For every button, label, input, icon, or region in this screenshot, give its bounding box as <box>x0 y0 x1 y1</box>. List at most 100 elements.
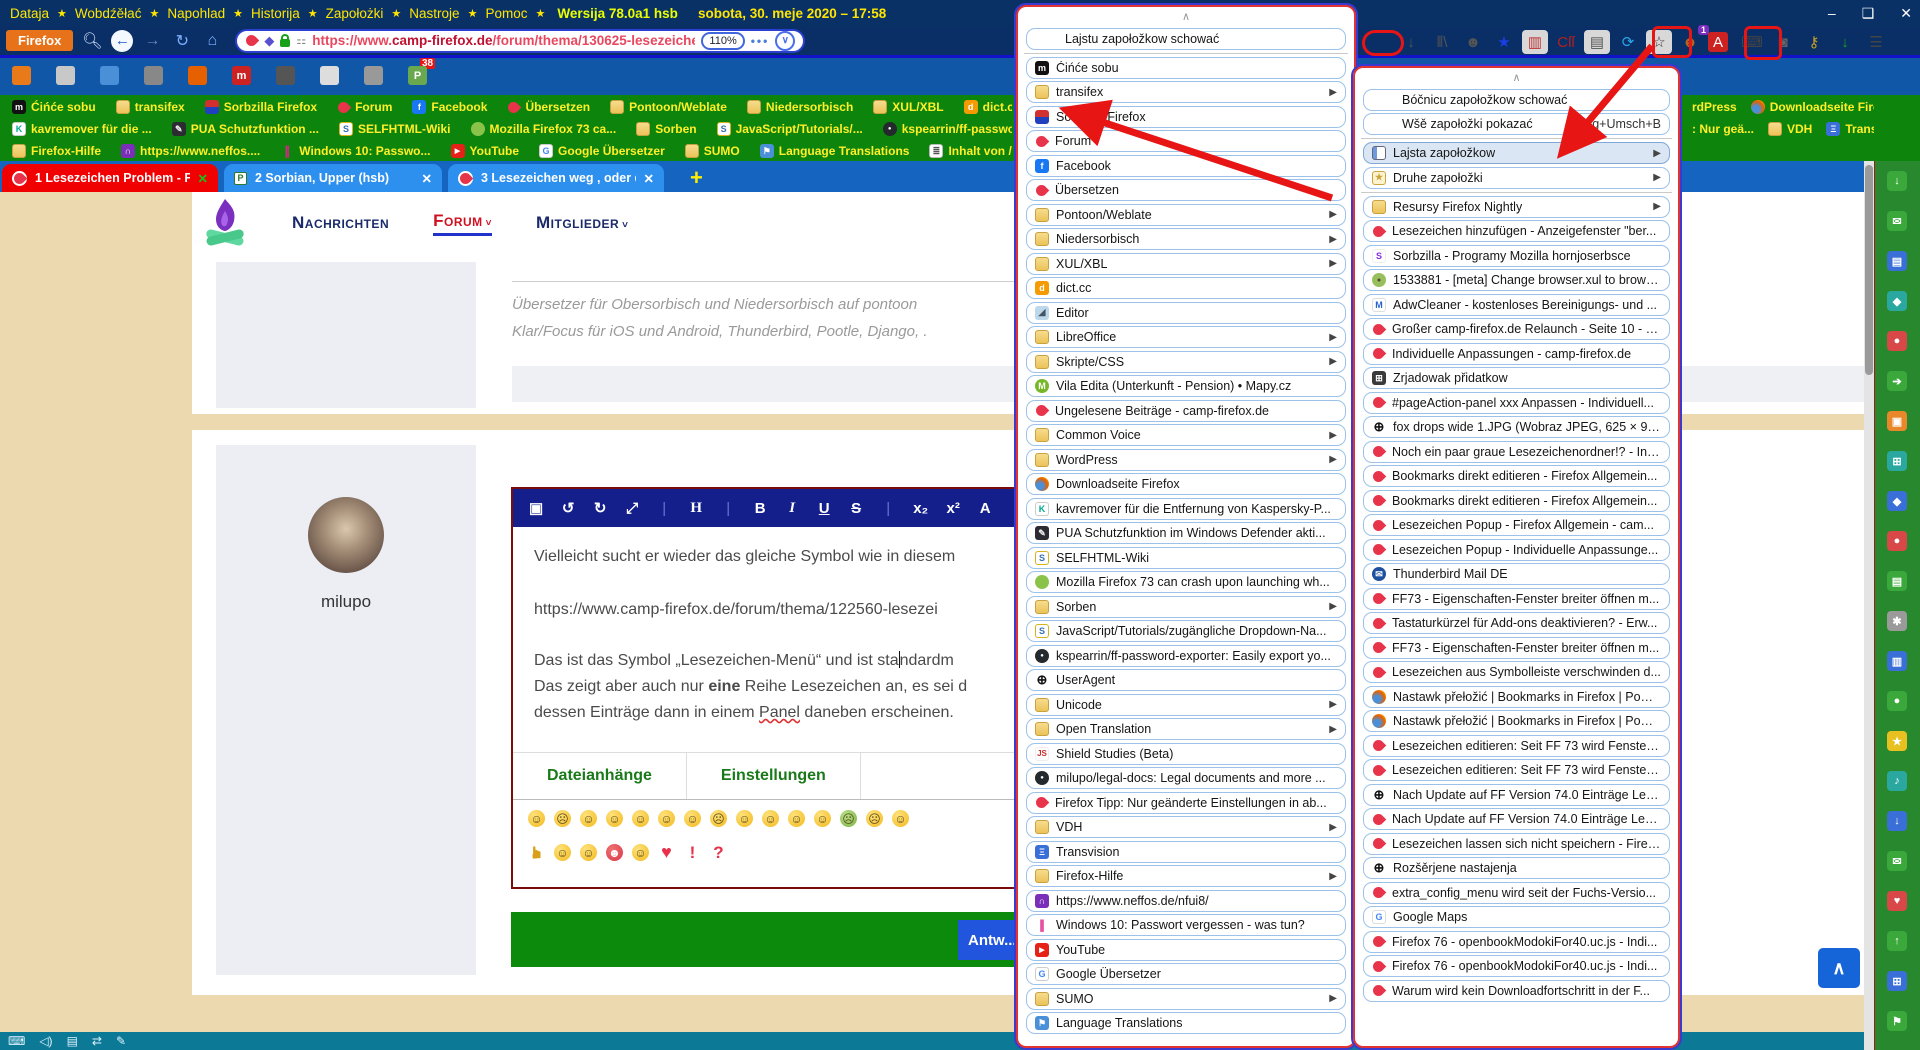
nav-nachrichten[interactable]: Nachrichten <box>292 213 389 233</box>
menu-item-druhe-zapo-o-ki[interactable]: ★ Druhe zapołožki ▶ <box>1363 166 1670 189</box>
sync-icon[interactable]: ⟳ <box>1615 30 1641 54</box>
menu-item-youtube[interactable]: ▶ YouTube <box>1026 938 1346 961</box>
menu-item-sorbzilla-programy-mozilla-hornjoserbsce[interactable]: S Sorbzilla - Programy Mozilla hornjoserb… <box>1363 244 1670 267</box>
menu-item-skripte-css[interactable]: Skripte/CSS ▶ <box>1026 350 1346 373</box>
menu-item-firefox-tipp-nur-ge-nderte-einstellungen[interactable]: Firefox Tipp: Nur geänderte Einstellunge… <box>1026 791 1346 814</box>
blue-doc-icon[interactable]: ▤ <box>1887 251 1907 271</box>
menu-item-ff73-eigenschaften-fenster-breiter-ffnen[interactable]: FF73 - Eigenschaften-Fenster breiter öff… <box>1363 636 1670 659</box>
shuffle-icon[interactable]: ⇄ <box>92 1034 102 1048</box>
source-icon[interactable]: ▣ <box>529 499 543 517</box>
bold-icon[interactable]: B <box>753 500 767 517</box>
menu-item-bookmarks-direkt-editieren-firefox-allge[interactable]: Bookmarks direkt editieren - Firefox All… <box>1363 489 1670 512</box>
scroll-up-icon[interactable]: ∧ <box>1355 68 1678 86</box>
menu-item-bookmarks-direkt-editieren-firefox-allge[interactable]: Bookmarks direkt editieren - Firefox All… <box>1363 465 1670 487</box>
scrollbar-thumb[interactable] <box>1865 165 1873 375</box>
emoji-kiss[interactable]: ☺ <box>736 810 753 827</box>
menu-item-kspearrin-ff-password-exporter-easily-ex[interactable]: ● kspearrin/ff-password-exporter: Easily … <box>1026 644 1346 667</box>
menu-item-ungelesene-beitr-ge-camp-firefox-de[interactable]: Ungelesene Beiträge - camp-firefox.de <box>1026 399 1346 422</box>
menu-item-lajsta-zapo-o-kow[interactable]: Lajsta zapołožkow ▶ <box>1363 142 1670 164</box>
menu-item-warum-wird-kein-downloadfortschritt-in-d[interactable]: Warum wird kein Downloadfortschritt in d… <box>1363 979 1670 1002</box>
menubar-item-nastroje[interactable]: Nastroje <box>407 6 461 21</box>
menubar-item-zapołożki[interactable]: Zapołożki <box>324 6 386 21</box>
speaker-icon[interactable]: ◁) <box>39 1034 52 1048</box>
menubar-item-historija[interactable]: Historija <box>249 6 302 21</box>
bookmark-kavremover-f-r-die-[interactable]: Kkavremover für die ... <box>12 122 152 136</box>
menu-item-firefox-hilfe[interactable]: Firefox-Hilfe ▶ <box>1026 865 1346 887</box>
strike-icon[interactable]: S <box>849 500 863 517</box>
menubar-item-pomoc[interactable]: Pomoc <box>483 6 529 21</box>
menu-item-google-maps[interactable]: G Google Maps <box>1363 906 1670 928</box>
emoji-frown[interactable]: ☹ <box>554 810 571 827</box>
bookmark--i-e-sobu[interactable]: m Ćińće sobu <box>12 100 96 114</box>
penguin-icon[interactable] <box>320 66 339 85</box>
menu-item-downloadseite-firefox[interactable]: Downloadseite Firefox <box>1026 473 1346 495</box>
menu-item-language-translations[interactable]: ⚑ Language Translations <box>1026 1012 1346 1034</box>
emoji-tired[interactable]: ☹ <box>866 810 883 827</box>
bookmark-language-translations[interactable]: ⚑ Language Translations <box>759 144 909 158</box>
nav-forum[interactable]: Forum ˅ <box>433 211 492 236</box>
menu-item-facebook[interactable]: f Facebook <box>1026 154 1346 177</box>
menu-item-windows-10-passwort-vergessen-was-tun-[interactable]: ∥ Windows 10: Passwort vergessen - was tu… <box>1026 914 1346 936</box>
menu-item-kavremover-f-r-die-entfernung-von-kasper[interactable]: Kkavremover für die Entfernung von Kaspe… <box>1026 497 1346 520</box>
star-blue-icon[interactable]: ★ <box>1491 30 1517 54</box>
menu-item-https-www-neffos-de-nfui8-[interactable]: ∩ https://www.neffos.de/nfui8/ <box>1026 889 1346 912</box>
menu-item-transvision[interactable]: Ξ Transvision <box>1026 840 1346 863</box>
bookmark-xul-xbl[interactable]: XUL/XBL <box>873 100 944 114</box>
installer-icon[interactable] <box>100 66 119 85</box>
menu-item-dict-cc[interactable]: d dict.cc <box>1026 277 1346 299</box>
menu-item-noch-ein-paar-graue-lesezeichenordner-in[interactable]: Noch ein paar graue Lesezeichenordner!? … <box>1363 440 1670 463</box>
emoji-tongue[interactable]: ☺ <box>606 810 623 827</box>
menu-item-pua-schutzfunktion-im-windows-defender-a[interactable]: ✎ PUA Schutzfunktion im Windows Defender … <box>1026 522 1346 544</box>
new-tab-button[interactable]: + <box>690 165 703 191</box>
emoji-smile[interactable]: ☺ <box>528 810 545 827</box>
home-button[interactable]: ⌂ <box>201 32 223 50</box>
account-icon[interactable]: ☻ <box>1460 30 1486 54</box>
tab-einstellungen[interactable]: Einstellungen <box>687 753 861 799</box>
emoji-devil[interactable]: ☻ <box>606 844 623 861</box>
emoji-neutral[interactable]: ☺ <box>762 810 779 827</box>
emoji-angry[interactable]: ☹ <box>710 810 727 827</box>
blue-pages-icon[interactable]: ▥ <box>1887 651 1907 671</box>
bookmark-downloadseite-firefox[interactable]: Downloadseite Firefox <box>1750 100 1874 114</box>
emoji-thinking[interactable]: ☺ <box>892 810 909 827</box>
menubar-item-wobdźěłać[interactable]: Wobdźěłać <box>73 6 144 21</box>
emoji-exclamation[interactable]: ! <box>684 843 701 862</box>
downloads-green-icon[interactable]: ↓ <box>1832 30 1858 54</box>
menu-item-lesezeichen-hinzuf-gen-anzeigefenster-be[interactable]: Lesezeichen hinzufügen - Anzeigefenster … <box>1363 220 1670 242</box>
green-arrow-icon[interactable]: ➔ <box>1887 371 1907 391</box>
wrench-icon[interactable] <box>364 66 383 85</box>
bookmark-mozilla-firefox-73-ca-[interactable]: Mozilla Firefox 73 ca... <box>470 122 616 136</box>
menu-item-lesezeichen-lassen-sich-nicht-speichern-[interactable]: Lesezeichen lassen sich nicht speichern … <box>1363 832 1670 855</box>
bookmark-sorben[interactable]: Sorben <box>636 122 697 136</box>
menu-item-firefox-76-openbookmodokifor40-uc-js-ind[interactable]: Firefox 76 - openbookModokiFor40.uc.js -… <box>1363 955 1670 977</box>
restore-button[interactable]: ❑ <box>1862 5 1875 22</box>
menu-item-lesezeichen-editieren-seit-ff-73-wird-fe[interactable]: Lesezeichen editieren: Seit FF 73 wird F… <box>1363 759 1670 781</box>
menu-item-javascript-tutorials-zug-ngliche-dropdow[interactable]: S JavaScript/Tutorials/zugängliche Dropdo… <box>1026 620 1346 642</box>
url-bar[interactable]: ◆ ⚏ https://www.camp-firefox.de/forum/th… <box>235 28 806 53</box>
menu-item-editor[interactable]: ◢ Editor <box>1026 301 1346 324</box>
firefox-app-button[interactable]: Firefox <box>6 30 74 51</box>
blue-grid-icon[interactable]: ⊞ <box>1887 971 1907 991</box>
tab-3[interactable]: 3 Lesezeichen weg , oder doc ✕ <box>448 164 664 192</box>
menu-item-lesezeichen-popup-firefox-allgemein-cam-[interactable]: Lesezeichen Popup - Firefox Allgemein - … <box>1363 514 1670 536</box>
redo-icon[interactable]: ↻ <box>593 499 607 517</box>
search-icon[interactable]: 🔍︎ <box>81 31 103 51</box>
tab-dateianhaenge[interactable]: Dateianhänge <box>513 753 687 799</box>
minimize-button[interactable]: – <box>1828 5 1836 21</box>
emoji-joy[interactable]: ☺ <box>684 810 701 827</box>
post-author-name[interactable]: milupo <box>286 592 406 612</box>
shield-icon[interactable]: ◆ <box>264 33 274 49</box>
menu-item-vdh[interactable]: VDH ▶ <box>1026 816 1346 838</box>
menu-item-pontoon-weblate[interactable]: Pontoon/Weblate ▶ <box>1026 203 1346 226</box>
menu-item-w-zapo-o-ki-pokaza-[interactable]: Wšě zapołožki pokazać Strg+Umsch+B <box>1363 113 1670 135</box>
teal-grid-icon[interactable]: ⊞ <box>1887 451 1907 471</box>
page-actions-icon[interactable]: ••• <box>751 34 770 48</box>
menu-item-roz-rjene-nastajenja[interactable]: ⊕ Rozšěrjene nastajenja <box>1363 857 1670 879</box>
bookmark-https-www-neffos-[interactable]: ∩ https://www.neffos.... <box>121 144 260 158</box>
menu-item-milupo-legal-docs-legal-documents-and-mo[interactable]: ● milupo/legal-docs: Legal documents and … <box>1026 767 1346 789</box>
bookmark-inhalt-von-dateien-[interactable]: ≣ Inhalt von /dateien/. <box>929 144 1012 158</box>
green-doc-icon[interactable]: ▤ <box>1887 571 1907 591</box>
menu-item-useragent[interactable]: ⊕ UserAgent <box>1026 669 1346 691</box>
orange-cart-icon[interactable]: ▣ <box>1887 411 1907 431</box>
back-button[interactable]: ← <box>111 29 134 52</box>
